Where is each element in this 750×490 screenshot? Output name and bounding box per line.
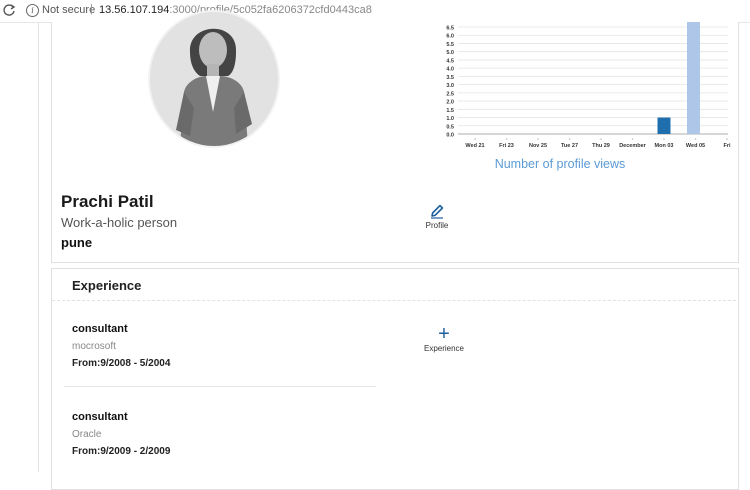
chart-bar	[657, 117, 671, 134]
chart-x-tick-label: Fri	[723, 143, 731, 149]
experience-heading: Experience	[72, 278, 142, 293]
profile-views-chart: 0.0 0.5 1.0 1.5 2.0 2.5 3.0 3.5 4.0 4.5 5.0 5.5 6.0 6…	[438, 22, 750, 172]
profile-city: pune	[61, 235, 93, 250]
chart-y-tick-label: 6.5	[446, 26, 454, 32]
chart-x-tick-label: Nov 25	[529, 143, 547, 149]
experience-period: From:9/2008 - 5/2004	[72, 358, 171, 369]
chart-x-tick	[474, 138, 476, 140]
chart-y-tick-label: 0.0	[446, 133, 454, 139]
experience-header-divider	[52, 300, 736, 301]
chart-y-tick-label: 1.0	[446, 116, 454, 122]
avatar-person-icon	[150, 12, 278, 146]
chart-y-tick-label: 0.5	[446, 124, 454, 130]
experience-item-divider	[64, 386, 376, 387]
profile-name: Prachi Patil	[61, 192, 154, 211]
address-bar[interactable]: i Not secure | 13.56.107.194:3000/profil…	[0, 0, 750, 23]
info-icon[interactable]: i	[26, 4, 39, 17]
experience-company: Oracle	[72, 429, 102, 440]
avatar	[148, 10, 280, 148]
add-experience-button[interactable]: + Experience	[420, 323, 468, 353]
url-host: 13.56.107.194	[99, 4, 170, 16]
add-experience-label: Experience	[423, 344, 465, 353]
chart-x-tick-label: Wed 05	[686, 143, 705, 149]
chart-y-tick-label: 6.0	[446, 34, 454, 40]
pencil-icon	[431, 204, 444, 219]
chart-x-tick	[663, 138, 665, 140]
chart-x-tick	[505, 138, 508, 140]
experience-item: consultant Oracle From:9/2009 - 2/2009	[72, 411, 170, 457]
chart-y-tick-label: 5.5	[446, 42, 454, 48]
chart-x-tick-label: Mon 03	[655, 143, 674, 149]
chart-y-tick-label: 1.5	[446, 108, 454, 114]
edit-profile-label: Profile	[425, 221, 449, 230]
experience-title: consultant	[72, 323, 128, 335]
chart-x-tick-label: December	[619, 143, 646, 149]
url-separator: |	[90, 3, 93, 15]
experience-period: From:9/2009 - 2/2009	[72, 446, 171, 457]
edit-profile-button[interactable]: Profile	[420, 203, 454, 230]
chart-x-tick-label: Wed 21	[465, 143, 484, 149]
chart-x-tick-label: Thu 29	[592, 143, 610, 149]
chart-y-tick-label: 3.0	[446, 83, 454, 89]
chart-x-tick	[726, 138, 728, 140]
reload-icon[interactable]	[2, 3, 16, 17]
chart-y-tick-label: 2.5	[446, 91, 454, 97]
chart-x-tick	[600, 138, 602, 140]
chart-y-tick-label: 2.0	[446, 100, 454, 106]
chart-title: Number of profile views	[495, 157, 626, 171]
experience-title: consultant	[72, 411, 128, 423]
chart-x-tick	[537, 138, 539, 140]
profile-tagline: Work-a-holic person	[61, 215, 178, 230]
chart-bar	[687, 22, 700, 134]
experience-company: mocrosoft	[72, 341, 116, 352]
chart-y-tick-label: 4.5	[446, 58, 454, 64]
chart-x-tick-label: Fri 23	[499, 143, 514, 149]
experience-item: consultant mocrosoft From:9/2008 - 5/200…	[72, 323, 170, 369]
page-gutter-divider	[38, 22, 39, 472]
profile-views-chart-svg: 0.0 0.5 1.0 1.5 2.0 2.5 3.0 3.5 4.0 4.5 5.0 5.5 6.0 6…	[446, 22, 731, 171]
chart-x-tick-label: Tue 27	[561, 143, 578, 149]
chart-x-tick	[631, 138, 634, 140]
security-label: Not secure	[42, 4, 96, 16]
chart-x-tick	[568, 138, 571, 140]
chart-y-tick-label: 5.0	[446, 50, 454, 56]
chart-x-tick	[694, 138, 697, 140]
chart-y-tick-label: 3.5	[446, 75, 454, 81]
chart-y-tick-label: 4.0	[446, 67, 454, 73]
plus-icon: +	[438, 323, 450, 345]
